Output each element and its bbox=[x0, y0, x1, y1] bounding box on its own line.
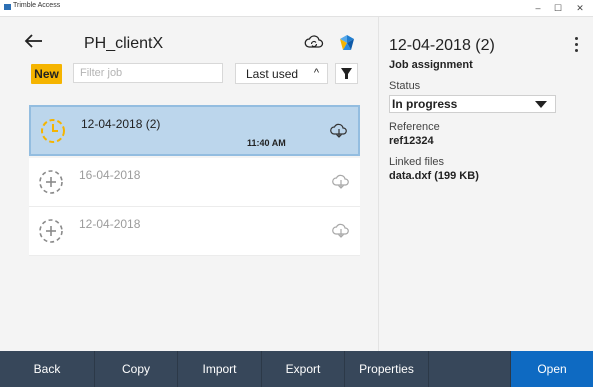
chevron-up-icon: ^ bbox=[313, 67, 319, 79]
app-icon bbox=[4, 4, 11, 10]
back-button[interactable]: Back bbox=[0, 351, 95, 387]
cloud-download-icon[interactable] bbox=[332, 222, 350, 238]
details-title: 12-04-2018 (2) bbox=[389, 37, 495, 54]
new-job-button[interactable]: New bbox=[31, 64, 62, 84]
job-details-panel: 12-04-2018 (2) Job assignment Status In … bbox=[378, 17, 593, 351]
reference-label: Reference bbox=[389, 121, 440, 133]
filter-button[interactable] bbox=[335, 63, 358, 84]
sort-label: Last used bbox=[246, 67, 299, 81]
job-list: 12-04-2018 (2) 11:40 AM 16-04-2018 12-04… bbox=[29, 105, 360, 256]
export-button[interactable]: Export bbox=[262, 351, 345, 387]
sort-dropdown[interactable]: Last used ^ bbox=[235, 63, 328, 84]
open-button[interactable]: Open bbox=[511, 351, 593, 387]
reference-value: ref12324 bbox=[389, 135, 434, 147]
linked-files-label: Linked files bbox=[389, 156, 445, 168]
close-button[interactable]: ✕ bbox=[570, 0, 590, 16]
copy-button[interactable]: Copy bbox=[95, 351, 178, 387]
caret-down-icon bbox=[535, 101, 547, 108]
empty-bar-slot bbox=[429, 351, 511, 387]
window-title: Trimble Access bbox=[13, 2, 61, 9]
import-button[interactable]: Import bbox=[178, 351, 262, 387]
job-time: 11:40 AM bbox=[247, 138, 286, 148]
job-row[interactable]: 16-04-2018 bbox=[29, 158, 360, 207]
details-subtitle: Job assignment bbox=[389, 59, 473, 71]
job-row-selected[interactable]: 12-04-2018 (2) 11:40 AM bbox=[29, 105, 360, 156]
kebab-icon[interactable] bbox=[575, 37, 579, 55]
job-row[interactable]: 12-04-2018 bbox=[29, 207, 360, 256]
job-name: 16-04-2018 bbox=[79, 168, 141, 182]
job-list-panel: PH_clientX New Last used ^ 12-04-2018 (2… bbox=[0, 17, 378, 351]
trimble-connect-icon[interactable] bbox=[337, 33, 357, 53]
status-label: Status bbox=[389, 80, 421, 92]
cloud-download-icon[interactable] bbox=[330, 122, 348, 138]
filter-job-input[interactable] bbox=[73, 63, 223, 83]
status-dropdown[interactable]: In progress bbox=[389, 95, 556, 113]
job-name: 12-04-2018 (2) bbox=[81, 117, 161, 131]
bottom-action-bar: Back Copy Import Export Properties Open bbox=[0, 351, 593, 387]
maximize-button[interactable]: ☐ bbox=[548, 0, 568, 16]
cloud-download-icon[interactable] bbox=[332, 173, 350, 189]
linked-files-value: data.dxf (199 KB) bbox=[389, 170, 479, 182]
plus-dashed-icon bbox=[39, 170, 63, 194]
page-title: PH_clientX bbox=[84, 35, 164, 52]
clock-icon bbox=[41, 119, 65, 143]
funnel-icon bbox=[341, 68, 352, 79]
plus-dashed-icon bbox=[39, 219, 63, 243]
minimize-button[interactable]: – bbox=[528, 0, 548, 16]
status-value: In progress bbox=[392, 97, 458, 111]
window-titlebar: Trimble Access – ☐ ✕ bbox=[0, 0, 593, 17]
back-arrow-icon[interactable] bbox=[24, 33, 44, 49]
properties-button[interactable]: Properties bbox=[345, 351, 429, 387]
job-name: 12-04-2018 bbox=[79, 217, 141, 231]
cloud-sync-icon[interactable] bbox=[304, 33, 324, 53]
